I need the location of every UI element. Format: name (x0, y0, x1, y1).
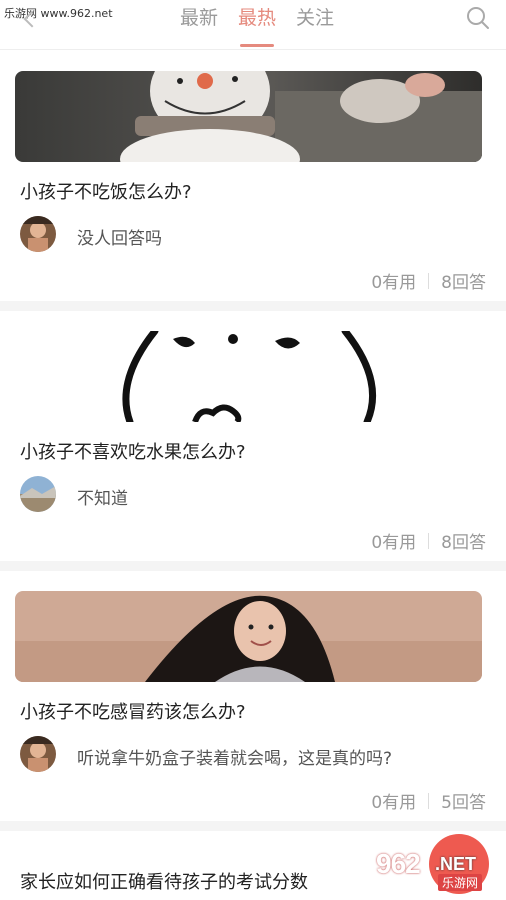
useful-count[interactable]: 0有用 (371, 788, 416, 813)
question-image (15, 71, 482, 162)
watermark-logo: 962 .NET 乐游网 (368, 846, 500, 894)
landscape-avatar (20, 476, 56, 512)
tab-hot[interactable]: 最热 (228, 0, 286, 50)
tab-latest[interactable]: 最新 (170, 0, 228, 50)
search-icon[interactable] (466, 6, 490, 30)
question-image (15, 591, 482, 682)
top-bar: 乐游网 www.962.net 最新 最热 关注 (0, 0, 506, 50)
tab-label: 关注 (295, 7, 334, 29)
cartoon-face-drawing (15, 331, 482, 422)
avatar[interactable] (20, 476, 56, 512)
question-title[interactable]: 小孩子不吃感冒药该怎么办? (20, 698, 246, 724)
question-card[interactable]: 小孩子不吃饭怎么办? 没人回答吗 0有用 8回答 (0, 51, 506, 311)
useful-count[interactable]: 0有用 (371, 528, 416, 553)
question-title[interactable]: 家长应如何正确看待孩子的考试分数 (20, 868, 308, 894)
tab-label: 最热 (237, 7, 276, 29)
child-photo-avatar (20, 736, 56, 772)
girl-on-sand-photo (15, 591, 482, 682)
watermark-top: 乐游网 www.962.net (4, 7, 113, 20)
avatar[interactable] (20, 216, 56, 252)
question-meta: 0有用 5回答 (371, 788, 486, 813)
answer-count[interactable]: 8回答 (441, 268, 486, 293)
answer-preview: 没人回答吗 (77, 229, 162, 249)
tab-label: 最新 (179, 7, 218, 29)
question-card[interactable]: 小孩子不吃感冒药该怎么办? 听说拿牛奶盒子装着就会喝，这是真的吗? 0有用 5回… (0, 571, 506, 831)
tab-indicator (240, 44, 274, 47)
answer-count[interactable]: 5回答 (441, 788, 486, 813)
tab-bar: 最新 最热 关注 (170, 0, 344, 50)
divider (428, 792, 430, 809)
question-title[interactable]: 小孩子不喜欢吃水果怎么办? (20, 438, 246, 464)
question-meta: 0有用 8回答 (371, 268, 486, 293)
question-title[interactable]: 小孩子不吃饭怎么办? (20, 178, 192, 204)
question-card[interactable]: 小孩子不喜欢吃水果怎么办? 不知道 0有用 8回答 (0, 311, 506, 571)
tab-following[interactable]: 关注 (286, 0, 344, 50)
answer-preview: 听说拿牛奶盒子装着就会喝，这是真的吗? (77, 749, 393, 769)
question-meta: 0有用 8回答 (371, 528, 486, 553)
snowman-toy-photo (15, 71, 482, 162)
answer-count[interactable]: 8回答 (441, 528, 486, 553)
divider (428, 532, 430, 549)
child-photo-avatar (20, 216, 56, 252)
question-image (15, 331, 482, 422)
divider (428, 272, 430, 289)
answer-preview: 不知道 (77, 489, 128, 509)
avatar[interactable] (20, 736, 56, 772)
useful-count[interactable]: 0有用 (371, 268, 416, 293)
